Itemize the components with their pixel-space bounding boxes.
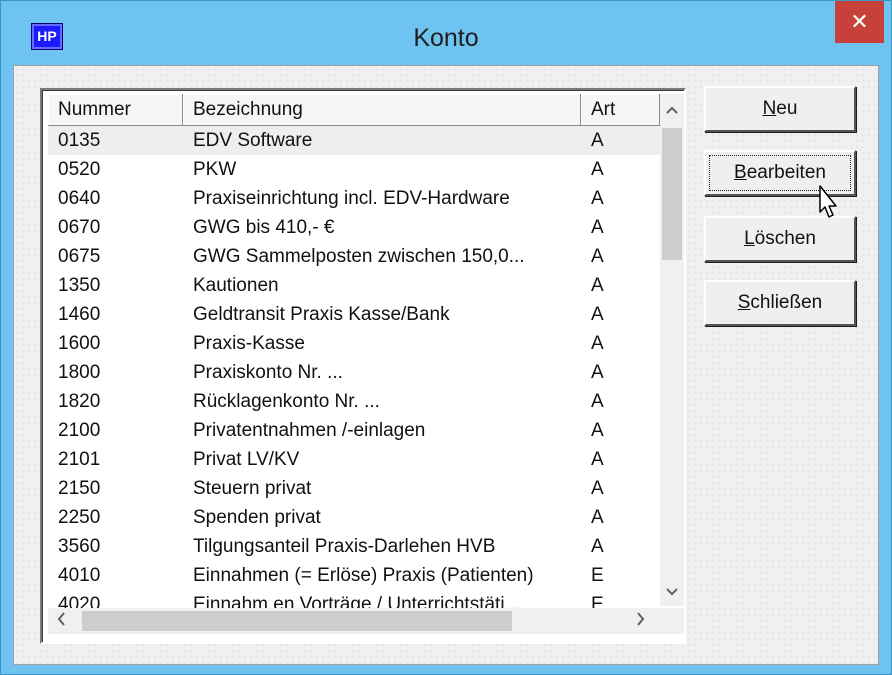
cell-art: E xyxy=(591,565,604,586)
neu-button-accel: N xyxy=(762,98,777,119)
cell-bez: Praxiseinrichtung incl. EDV-Hardware xyxy=(193,188,510,209)
table-row[interactable]: 0675 GWG Sammelposten zwischen 150,0... A xyxy=(48,242,660,271)
schliessen-button-accel: S xyxy=(737,292,751,313)
titlebar[interactable]: HP Konto ✕ xyxy=(1,1,891,61)
schliessen-button-label: chließen xyxy=(750,292,823,313)
cell-art: A xyxy=(591,159,604,180)
bearbeiten-button-label: earbeiten xyxy=(746,162,826,183)
cell-art: A xyxy=(591,217,604,238)
table-row[interactable]: 0135 EDV Software A xyxy=(48,126,660,155)
cell-art: A xyxy=(591,536,604,557)
cell-num: 3560 xyxy=(58,536,101,557)
horizontal-scrollbar[interactable] xyxy=(48,608,660,634)
cell-art: A xyxy=(591,130,604,151)
cell-bez: GWG bis 410,- € xyxy=(193,217,335,238)
scroll-left-icon[interactable] xyxy=(56,611,66,632)
cell-art: A xyxy=(591,362,604,383)
cell-num: 1800 xyxy=(58,362,101,383)
cell-art: A xyxy=(591,478,604,499)
cell-num: 2101 xyxy=(58,449,101,470)
scroll-right-icon[interactable] xyxy=(636,611,646,632)
table-row[interactable]: 0640 Praxiseinrichtung incl. EDV-Hardware… xyxy=(48,184,660,213)
cell-art: A xyxy=(591,304,604,325)
cell-bez: Spenden privat xyxy=(193,507,321,528)
cell-bez: Privatentnahmen /-einlagen xyxy=(193,420,426,441)
window-title: Konto xyxy=(413,24,479,52)
table-row[interactable]: 1820 Rücklagenkonto Nr. ... A xyxy=(48,387,660,416)
vertical-scrollbar[interactable] xyxy=(660,94,684,606)
cell-bez: Privat LV/KV xyxy=(193,449,300,470)
cell-bez: EDV Software xyxy=(193,130,313,151)
pointer-cursor-icon xyxy=(812,184,842,224)
scrollbar-corner xyxy=(660,608,684,634)
cell-art: A xyxy=(591,275,604,296)
cell-bez: Geldtransit Praxis Kasse/Bank xyxy=(193,304,450,325)
cell-art: A xyxy=(591,188,604,209)
table-row[interactable]: 2100 Privatentnahmen /-einlagen A xyxy=(48,416,660,445)
table-row[interactable]: 2150 Steuern privat A xyxy=(48,474,660,503)
cell-bez: Steuern privat xyxy=(193,478,312,499)
cell-num: 2250 xyxy=(58,507,101,528)
cell-num: 4010 xyxy=(58,565,101,586)
column-header-bezeichnung[interactable]: Bezeichnung xyxy=(183,94,581,126)
scroll-up-icon[interactable] xyxy=(660,102,684,118)
vertical-scroll-thumb[interactable] xyxy=(662,128,682,260)
cell-num: 1460 xyxy=(58,304,101,325)
table-row[interactable]: 1460 Geldtransit Praxis Kasse/Bank A xyxy=(48,300,660,329)
konto-list[interactable]: Nummer Bezeichnung Art 0135 EDV Software A… xyxy=(40,88,686,644)
cell-bez: Einnahmen (= Erlöse) Praxis (Patienten) xyxy=(193,565,534,586)
cell-bez: GWG Sammelposten zwischen 150,0... xyxy=(193,246,525,267)
table-row[interactable]: 1600 Praxis-Kasse A xyxy=(48,329,660,358)
konto-window: HP Konto ✕ Nummer Bezeichnung Art 0135 ED… xyxy=(0,0,892,675)
table-row[interactable]: 1800 Praxiskonto Nr. ... A xyxy=(48,358,660,387)
cell-bez: Rücklagenkonto Nr. ... xyxy=(193,391,380,412)
cell-bez: Tilgungsanteil Praxis-Darlehen HVB xyxy=(193,536,496,557)
cell-num: 1350 xyxy=(58,275,101,296)
table-row[interactable]: 3560 Tilgungsanteil Praxis-Darlehen HVB A xyxy=(48,532,660,561)
loeschen-button-label: öschen xyxy=(754,228,816,249)
table-row[interactable]: 4010 Einnahmen (= Erlöse) Praxis (Patient… xyxy=(48,561,660,590)
scroll-down-icon[interactable] xyxy=(660,584,684,600)
table-row[interactable]: 0670 GWG bis 410,- € A xyxy=(48,213,660,242)
cell-num: 0135 xyxy=(58,130,101,151)
cell-num: 2100 xyxy=(58,420,101,441)
list-rows: 0135 EDV Software A 0520 PKW A 0640 Praxiseinri… xyxy=(48,126,660,619)
cell-bez: Kautionen xyxy=(193,275,279,296)
column-header-art[interactable]: Art xyxy=(581,94,660,126)
table-row[interactable]: 2250 Spenden privat A xyxy=(48,503,660,532)
cell-num: 0670 xyxy=(58,217,101,238)
cell-art: A xyxy=(591,391,604,412)
cell-num: 0675 xyxy=(58,246,101,267)
loeschen-button-accel: L xyxy=(744,228,755,249)
cell-num: 1820 xyxy=(58,391,101,412)
cell-num: 0640 xyxy=(58,188,101,209)
table-row[interactable]: 0520 PKW A xyxy=(48,155,660,184)
bearbeiten-button-accel: B xyxy=(734,162,747,183)
table-row[interactable]: 2101 Privat LV/KV A xyxy=(48,445,660,474)
table-row[interactable]: 1350 Kautionen A xyxy=(48,271,660,300)
horizontal-scroll-thumb[interactable] xyxy=(82,611,512,631)
cell-art: A xyxy=(591,333,604,354)
cell-art: A xyxy=(591,420,604,441)
cell-bez: Praxis-Kasse xyxy=(193,333,305,354)
neu-button[interactable]: Neu xyxy=(704,86,856,132)
cell-art: A xyxy=(591,507,604,528)
cell-bez: Praxiskonto Nr. ... xyxy=(193,362,343,383)
neu-button-label: eu xyxy=(776,98,798,119)
cell-num: 0520 xyxy=(58,159,101,180)
cell-num: 2150 xyxy=(58,478,101,499)
cell-bez: PKW xyxy=(193,159,237,180)
dialog-client-area: Nummer Bezeichnung Art 0135 EDV Software A… xyxy=(13,65,879,665)
close-icon: ✕ xyxy=(850,9,869,34)
column-header-nummer[interactable]: Nummer xyxy=(48,94,183,126)
cell-art: A xyxy=(591,246,604,267)
cell-art: A xyxy=(591,449,604,470)
close-button[interactable]: ✕ xyxy=(835,1,884,43)
cell-num: 1600 xyxy=(58,333,101,354)
schliessen-button[interactable]: Schließen xyxy=(704,280,856,326)
list-header: Nummer Bezeichnung Art xyxy=(48,94,660,126)
